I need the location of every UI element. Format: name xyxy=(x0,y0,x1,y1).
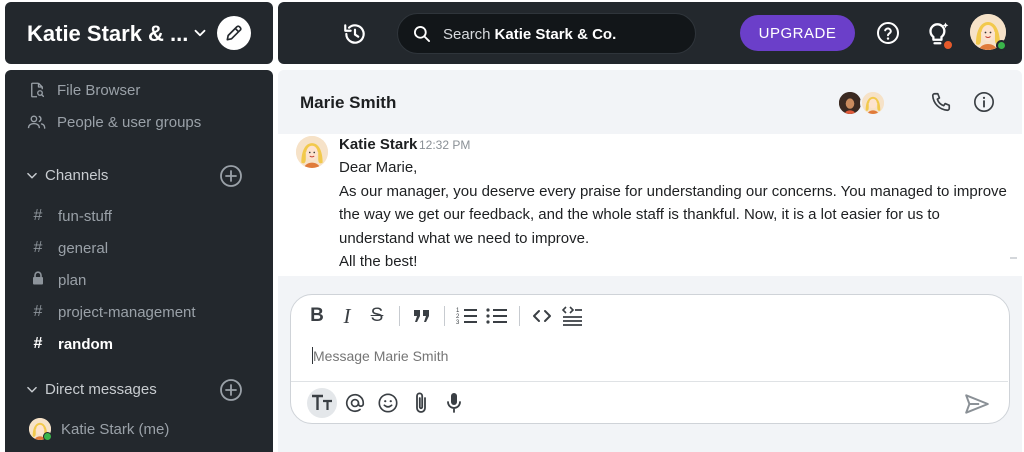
strikethrough-icon[interactable]: S xyxy=(365,304,389,328)
code-icon[interactable] xyxy=(530,304,554,328)
text-format-toggle-icon[interactable] xyxy=(307,388,337,418)
svg-text:3: 3 xyxy=(456,320,460,326)
upgrade-button[interactable]: UPGRADE xyxy=(740,15,855,51)
emoji-icon[interactable] xyxy=(373,388,403,418)
top-bar: Search Katie Stark & Co. UPGRADE xyxy=(278,2,1022,64)
file-search-icon xyxy=(27,80,47,100)
dm-name: Katie Stark (me) xyxy=(61,420,170,438)
message-input[interactable] xyxy=(313,345,993,367)
channel-item-project-management[interactable]: # project-management xyxy=(30,301,196,323)
channel-name: random xyxy=(58,335,114,353)
phone-icon[interactable] xyxy=(930,91,952,113)
sidebar-item-people[interactable]: People & user groups xyxy=(27,110,201,134)
pencil-icon xyxy=(226,25,242,41)
sidebar-item-label: File Browser xyxy=(57,81,141,99)
hash-icon: # xyxy=(33,335,43,352)
sidebar-item-label: People & user groups xyxy=(57,113,202,131)
message-line: Dear Marie, xyxy=(339,159,418,176)
toolbar-divider xyxy=(444,306,445,326)
channel-name: fun-stuff xyxy=(58,207,112,225)
formatting-toolbar: B I S 123 xyxy=(305,303,590,329)
channel-item-fun-stuff[interactable]: # fun-stuff xyxy=(30,205,112,227)
message-timestamp: 12:32 PM xyxy=(419,138,471,152)
help-icon[interactable] xyxy=(876,21,900,45)
microphone-icon[interactable] xyxy=(439,388,469,418)
section-title: Direct messages xyxy=(45,381,157,398)
section-title: Channels xyxy=(45,167,109,184)
quote-icon[interactable] xyxy=(410,304,434,328)
channels-section-toggle[interactable]: Channels xyxy=(25,167,108,184)
code-block-icon[interactable] xyxy=(560,304,584,328)
compose-button[interactable] xyxy=(217,16,251,50)
composer-actions xyxy=(307,387,472,419)
message-body: Dear Marie, As our manager, you deserve … xyxy=(339,156,1009,274)
chevron-down-icon[interactable] xyxy=(191,24,209,42)
sidebar: File Browser People & user groups Channe… xyxy=(5,70,273,452)
toolbar-divider xyxy=(399,306,400,326)
send-icon[interactable] xyxy=(964,391,990,417)
message-line: All the best! xyxy=(339,253,418,271)
hash-icon: # xyxy=(33,207,43,224)
chat-title: Marie Smith xyxy=(300,93,397,112)
ordered-list-icon[interactable]: 123 xyxy=(455,304,479,328)
online-status-dot xyxy=(996,40,1007,51)
add-dm-icon[interactable] xyxy=(219,378,243,402)
member-avatar[interactable] xyxy=(860,90,886,116)
search-input[interactable]: Search Katie Stark & Co. xyxy=(397,13,696,54)
sidebar-item-file-browser[interactable]: File Browser xyxy=(27,78,140,102)
chevron-down-icon xyxy=(27,172,37,178)
people-icon xyxy=(27,112,47,132)
online-status-dot xyxy=(43,432,52,441)
message-author[interactable]: Katie Stark xyxy=(339,136,417,153)
scrollbar[interactable] xyxy=(1010,257,1017,259)
channel-item-plan[interactable]: plan xyxy=(30,269,86,291)
chat-header: Marie Smith xyxy=(278,70,1022,134)
add-channel-icon[interactable] xyxy=(219,164,243,188)
hash-icon: # xyxy=(33,239,43,256)
dm-section-toggle[interactable]: Direct messages xyxy=(25,381,157,398)
composer-divider xyxy=(291,381,1008,382)
workspace-name[interactable]: Katie Stark & ... xyxy=(27,21,188,47)
italic-icon[interactable]: I xyxy=(335,304,359,328)
avatar[interactable] xyxy=(296,136,328,168)
workspace-header: Katie Stark & ... xyxy=(5,2,273,64)
info-icon[interactable] xyxy=(973,91,995,113)
channel-name: project-management xyxy=(58,303,196,321)
channel-item-general[interactable]: # general xyxy=(30,237,109,259)
chevron-down-icon xyxy=(27,386,37,392)
bullet-list-icon[interactable] xyxy=(485,304,509,328)
notification-dot xyxy=(943,40,953,50)
message-list: Katie Stark 12:32 PM Dear Marie, As our … xyxy=(278,134,1022,276)
hash-icon: # xyxy=(33,303,43,320)
search-icon xyxy=(414,26,430,42)
bold-icon[interactable]: B xyxy=(305,304,329,328)
toolbar-divider xyxy=(519,306,520,326)
channel-item-random[interactable]: # random xyxy=(30,333,113,355)
attachment-icon[interactable] xyxy=(406,388,436,418)
channel-name: general xyxy=(58,239,109,257)
search-placeholder: Search Katie Stark & Co. xyxy=(443,26,617,43)
mention-icon[interactable] xyxy=(340,388,370,418)
message-composer: B I S 123 xyxy=(290,294,1010,424)
message-line: As our manager, you deserve every praise… xyxy=(339,182,1007,247)
channel-name: plan xyxy=(58,271,87,289)
search-scope: Katie Stark & Co. xyxy=(494,26,617,43)
lock-icon xyxy=(30,270,46,290)
history-icon[interactable] xyxy=(342,21,368,47)
chat-pane: Marie Smith Katie Stark 12:32 PM Dear Ma… xyxy=(278,70,1022,452)
